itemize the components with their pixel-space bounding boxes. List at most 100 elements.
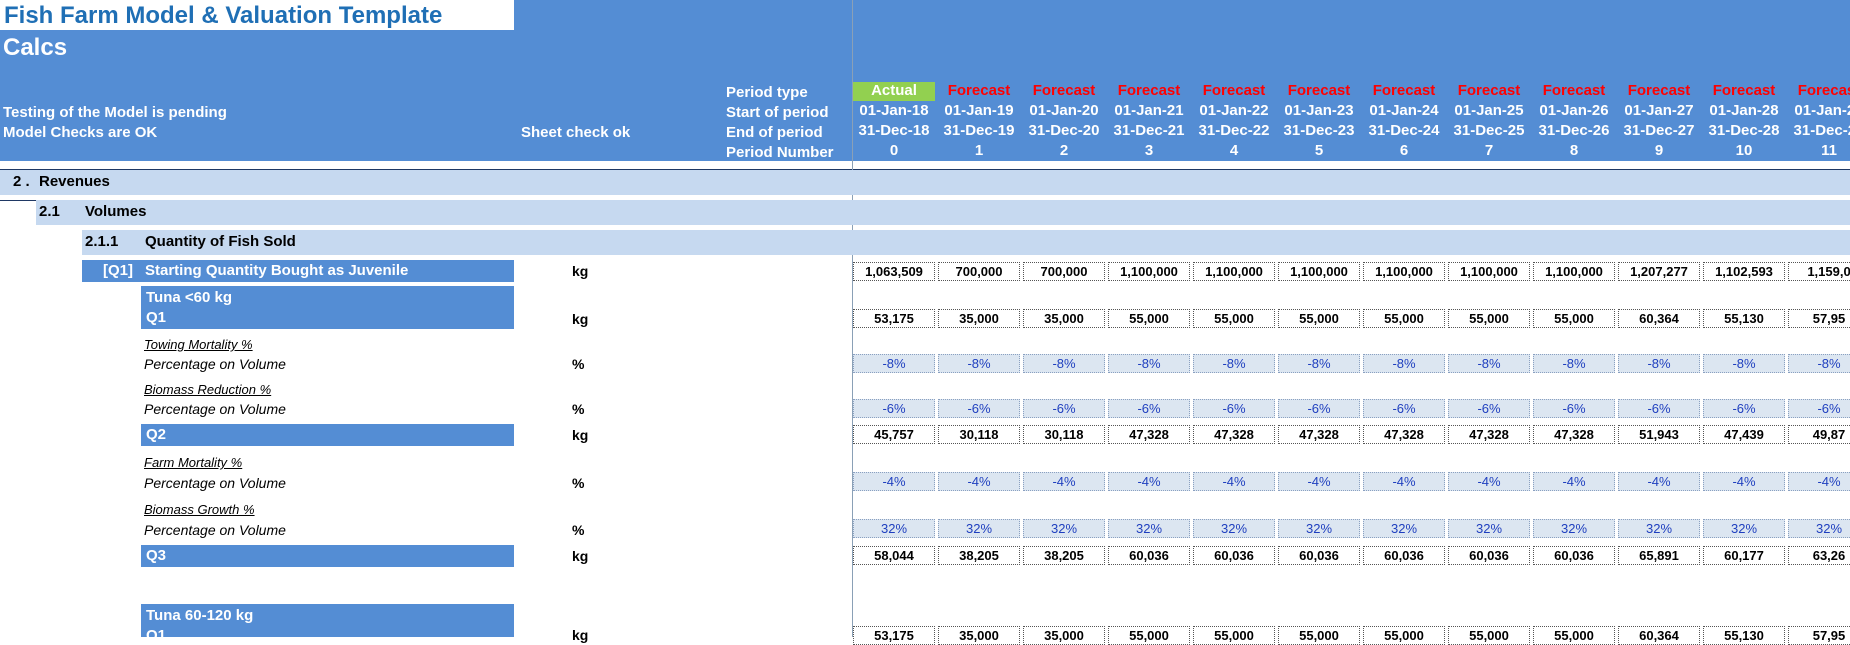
- period-num-cell[interactable]: 7: [1448, 142, 1530, 161]
- period-num-cell[interactable]: 2: [1023, 142, 1105, 161]
- biomass-growth-cell[interactable]: 32%: [1278, 519, 1360, 538]
- biomass-red-cell[interactable]: -6%: [1533, 399, 1615, 418]
- biomass-growth-cell[interactable]: 32%: [1618, 519, 1700, 538]
- period-end-cell[interactable]: 31-Dec-25: [1448, 122, 1530, 141]
- starting-qty-cell[interactable]: 1,100,000: [1533, 262, 1615, 281]
- q1b-cell[interactable]: 35,000: [938, 626, 1020, 645]
- biomass-red-cell[interactable]: -6%: [1618, 399, 1700, 418]
- biomass-red-cell[interactable]: -6%: [1278, 399, 1360, 418]
- farm-mort-cell[interactable]: -4%: [1618, 472, 1700, 491]
- q1b-cell[interactable]: 60,364: [1618, 626, 1700, 645]
- period-type-cell[interactable]: Forecast: [1788, 82, 1850, 101]
- period-end-cell[interactable]: 31-Dec-22: [1193, 122, 1275, 141]
- subsubsection-band-quantity[interactable]: [82, 230, 1850, 255]
- q1b-cell[interactable]: 57,95: [1788, 626, 1850, 645]
- towing-cell[interactable]: -8%: [1193, 354, 1275, 373]
- tuna-mid-q1-block[interactable]: Tuna 60-120 kg Q1: [141, 604, 514, 637]
- period-num-cell[interactable]: 8: [1533, 142, 1615, 161]
- q3-cell[interactable]: 58,044: [853, 546, 935, 565]
- subsection-band-volumes[interactable]: [36, 200, 1850, 225]
- towing-cell[interactable]: -8%: [1788, 354, 1850, 373]
- starting-qty-cell[interactable]: 1,100,000: [1278, 262, 1360, 281]
- period-type-cell[interactable]: Forecast: [1533, 82, 1615, 101]
- period-start-cell[interactable]: 01-Jan-25: [1448, 102, 1530, 121]
- period-end-cell[interactable]: 31-Dec-18: [853, 122, 935, 141]
- period-start-cell[interactable]: 01-Jan-21: [1108, 102, 1190, 121]
- farm-mort-cell[interactable]: -4%: [1193, 472, 1275, 491]
- q3-cell[interactable]: 60,036: [1193, 546, 1275, 565]
- starting-qty-cell[interactable]: 1,100,000: [1363, 262, 1445, 281]
- period-start-cell[interactable]: 01-Jan-26: [1533, 102, 1615, 121]
- towing-cell[interactable]: -8%: [1023, 354, 1105, 373]
- farm-mort-cell[interactable]: -4%: [853, 472, 935, 491]
- biomass-growth-cell[interactable]: 32%: [1448, 519, 1530, 538]
- q3-cell[interactable]: 38,205: [1023, 546, 1105, 565]
- q1-cell[interactable]: 53,175: [853, 309, 935, 328]
- period-type-cell[interactable]: Forecast: [938, 82, 1020, 101]
- period-type-cell[interactable]: Forecast: [1618, 82, 1700, 101]
- farm-mort-cell[interactable]: -4%: [1448, 472, 1530, 491]
- q1-cell[interactable]: 55,000: [1108, 309, 1190, 328]
- q3-cell[interactable]: 60,036: [1363, 546, 1445, 565]
- period-num-cell[interactable]: 6: [1363, 142, 1445, 161]
- biomass-red-cell[interactable]: -6%: [938, 399, 1020, 418]
- q3-cell[interactable]: 60,036: [1448, 546, 1530, 565]
- q2-cell[interactable]: 47,439: [1703, 425, 1785, 444]
- period-num-cell[interactable]: 1: [938, 142, 1020, 161]
- starting-qty-cell[interactable]: 1,063,509: [853, 262, 935, 281]
- q3-cell[interactable]: 60,036: [1278, 546, 1360, 565]
- period-type-cell[interactable]: Forecast: [1108, 82, 1190, 101]
- q1b-cell[interactable]: 55,000: [1193, 626, 1275, 645]
- q2-cell[interactable]: 47,328: [1363, 425, 1445, 444]
- q3-block[interactable]: Q3: [141, 545, 514, 567]
- farm-mort-cell[interactable]: -4%: [1278, 472, 1360, 491]
- farm-mort-cell[interactable]: -4%: [1703, 472, 1785, 491]
- biomass-red-cell[interactable]: -6%: [1788, 399, 1850, 418]
- q2-cell[interactable]: 47,328: [1193, 425, 1275, 444]
- q3-cell[interactable]: 65,891: [1618, 546, 1700, 565]
- period-end-cell[interactable]: 31-Dec-26: [1533, 122, 1615, 141]
- towing-cell[interactable]: -8%: [1108, 354, 1190, 373]
- q1-cell[interactable]: 55,000: [1533, 309, 1615, 328]
- period-start-cell[interactable]: 01-Jan-27: [1618, 102, 1700, 121]
- q1-cell[interactable]: 57,95: [1788, 309, 1850, 328]
- period-end-cell[interactable]: 31-Dec-21: [1108, 122, 1190, 141]
- section-band-revenues[interactable]: [0, 170, 1850, 195]
- starting-qty-cell[interactable]: 700,000: [938, 262, 1020, 281]
- period-type-cell[interactable]: Forecast: [1363, 82, 1445, 101]
- q2-cell[interactable]: 45,757: [853, 425, 935, 444]
- period-start-cell[interactable]: 01-Jan-29: [1788, 102, 1850, 121]
- q2-cell[interactable]: 47,328: [1278, 425, 1360, 444]
- period-end-cell[interactable]: 31-Dec-20: [1023, 122, 1105, 141]
- q2-cell[interactable]: 47,328: [1108, 425, 1190, 444]
- biomass-red-cell[interactable]: -6%: [1023, 399, 1105, 418]
- q1-cell[interactable]: 55,000: [1448, 309, 1530, 328]
- q1b-cell[interactable]: 55,130: [1703, 626, 1785, 645]
- biomass-growth-cell[interactable]: 32%: [1193, 519, 1275, 538]
- period-type-cell[interactable]: Forecast: [1023, 82, 1105, 101]
- q1-cell[interactable]: 55,000: [1363, 309, 1445, 328]
- period-start-cell[interactable]: 01-Jan-22: [1193, 102, 1275, 121]
- q3-cell[interactable]: 63,26: [1788, 546, 1850, 565]
- period-type-cell[interactable]: Actual: [853, 82, 935, 101]
- q1-cell[interactable]: 55,000: [1193, 309, 1275, 328]
- q2-cell[interactable]: 30,118: [938, 425, 1020, 444]
- farm-mort-cell[interactable]: -4%: [1023, 472, 1105, 491]
- farm-mort-cell[interactable]: -4%: [1788, 472, 1850, 491]
- biomass-red-cell[interactable]: -6%: [1108, 399, 1190, 418]
- towing-cell[interactable]: -8%: [1278, 354, 1360, 373]
- biomass-red-cell[interactable]: -6%: [1193, 399, 1275, 418]
- q1b-cell[interactable]: 55,000: [1108, 626, 1190, 645]
- q1-cell[interactable]: 55,130: [1703, 309, 1785, 328]
- q2-cell[interactable]: 47,328: [1533, 425, 1615, 444]
- biomass-red-cell[interactable]: -6%: [1703, 399, 1785, 418]
- period-start-cell[interactable]: 01-Jan-24: [1363, 102, 1445, 121]
- q3-cell[interactable]: 38,205: [938, 546, 1020, 565]
- q1-cell[interactable]: 55,000: [1278, 309, 1360, 328]
- towing-cell[interactable]: -8%: [1363, 354, 1445, 373]
- towing-cell[interactable]: -8%: [853, 354, 935, 373]
- farm-mort-cell[interactable]: -4%: [938, 472, 1020, 491]
- biomass-growth-cell[interactable]: 32%: [1703, 519, 1785, 538]
- q3-cell[interactable]: 60,036: [1533, 546, 1615, 565]
- q3-cell[interactable]: 60,177: [1703, 546, 1785, 565]
